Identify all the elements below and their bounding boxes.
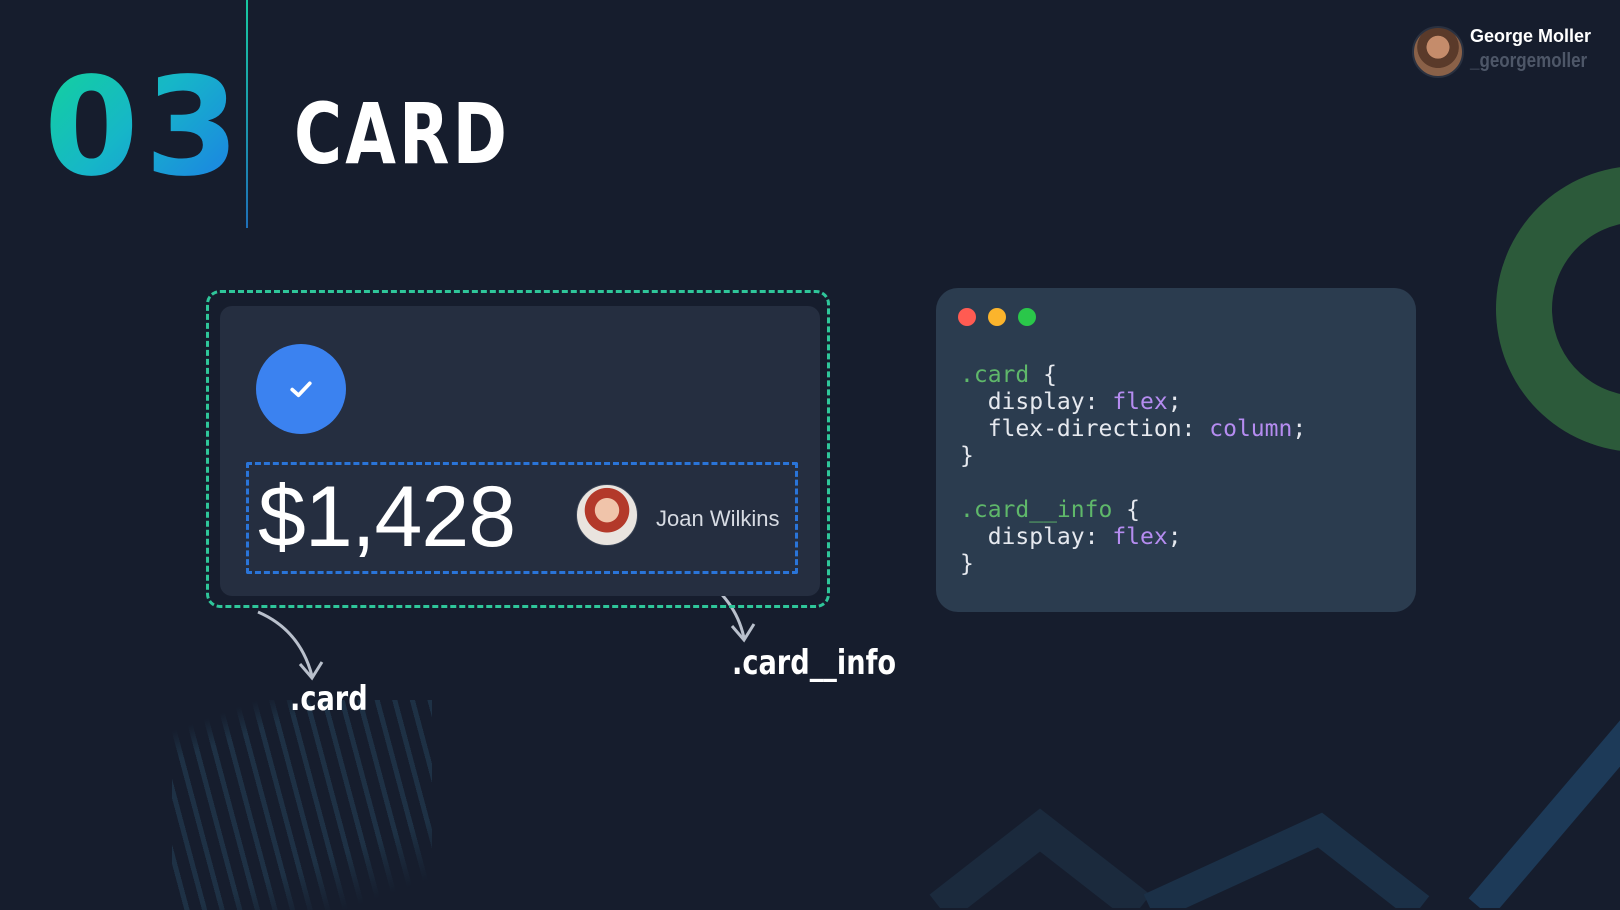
window-maximize-dot [1018, 308, 1036, 326]
author-avatar [1412, 26, 1464, 78]
slide-number: 03 [44, 49, 246, 207]
window-minimize-dot [988, 308, 1006, 326]
label-card-info: .card__info [732, 643, 897, 683]
code-brace: } [960, 443, 974, 469]
code-value: column [1209, 416, 1293, 442]
code-semicolon: ; [1292, 416, 1307, 442]
code-property: flex-direction: [960, 416, 1210, 442]
code-property: display: [960, 389, 1113, 415]
check-icon [290, 381, 312, 398]
code-selector: .card [960, 362, 1030, 388]
code-brace: { [1112, 497, 1141, 523]
code-semicolon: ; [1167, 524, 1182, 550]
title-divider [246, 0, 248, 228]
code-block: .card { display: flex; flex-direction: c… [960, 362, 1306, 578]
code-semicolon: ; [1167, 389, 1182, 415]
author-handle: _georgemoller [1470, 50, 1588, 72]
code-brace: } [960, 551, 974, 577]
slide-title: CARD [294, 85, 511, 183]
code-brace: { [1029, 362, 1057, 388]
check-badge [256, 344, 346, 434]
code-selector: .card__info [960, 497, 1113, 523]
card-amount: $1,428 [258, 469, 516, 565]
code-value: flex [1112, 389, 1168, 415]
author-name: George Moller [1470, 26, 1592, 46]
person-name: Joan Wilkins [656, 506, 780, 531]
code-value: flex [1112, 524, 1168, 550]
person-avatar [576, 484, 638, 546]
label-card: .card [290, 679, 368, 719]
window-close-dot [958, 308, 976, 326]
code-property: display: [960, 524, 1113, 550]
